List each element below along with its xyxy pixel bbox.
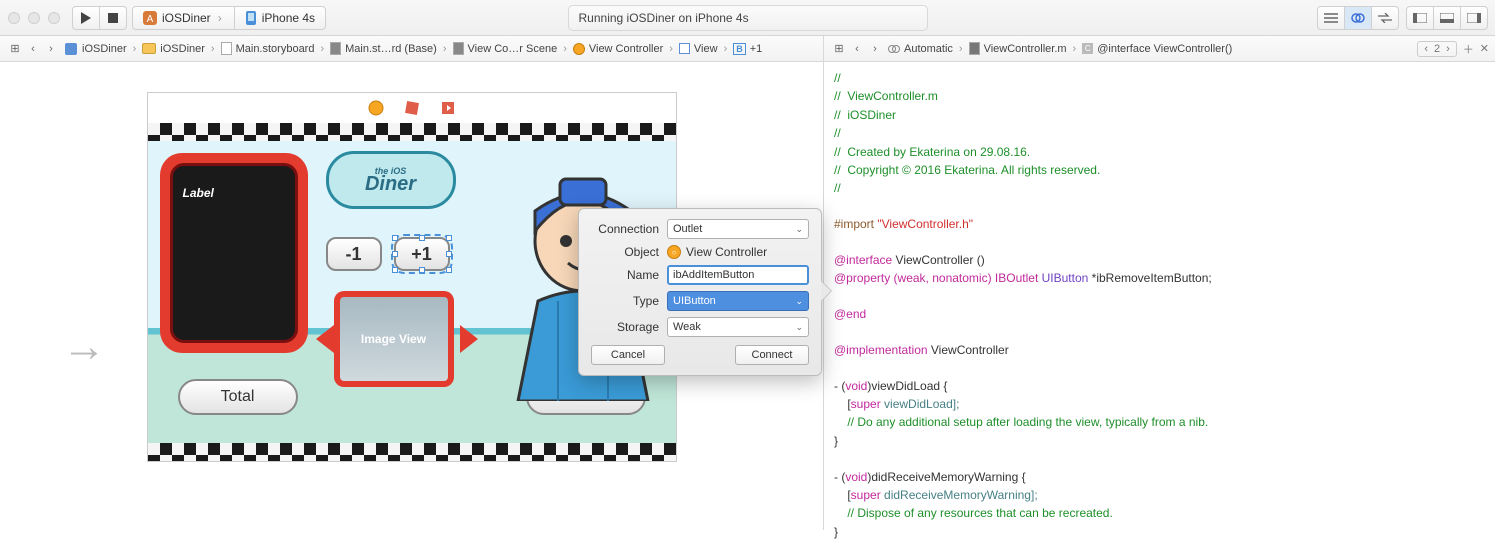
related-items-icon[interactable]: ⊞ — [6, 40, 24, 58]
prev-arrow-icon[interactable] — [316, 325, 334, 353]
arrows-icon — [1378, 13, 1392, 23]
minimize-window-icon[interactable] — [28, 12, 40, 24]
minus-button[interactable]: -1 — [326, 237, 382, 271]
window-titlebar: A iOSDiner › iPhone 4s Running iOSDiner … — [0, 0, 1495, 36]
button-element-icon: B — [733, 43, 746, 55]
storage-select[interactable]: Weak⌄ — [667, 317, 809, 337]
source-editor[interactable]: // // ViewController.m // iOSDiner // //… — [824, 62, 1495, 530]
crumb-base[interactable]: Main.st…rd (Base) — [345, 43, 437, 55]
interface-builder-canvas[interactable]: → Label the iOSDiner -1 +1 — [0, 62, 824, 530]
editor-standard-button[interactable] — [1317, 6, 1345, 30]
toggle-navigator-button[interactable] — [1406, 6, 1434, 30]
forward-button[interactable]: › — [42, 40, 60, 58]
panel-left-icon — [1413, 13, 1427, 23]
scheme-device-label: iPhone 4s — [262, 11, 315, 25]
cancel-button[interactable]: Cancel — [591, 345, 665, 365]
checker-top — [148, 123, 676, 141]
chalkboard-label: Label — [183, 186, 214, 200]
symbol-icon: C — [1082, 43, 1093, 54]
toggle-utilities-button[interactable] — [1460, 6, 1488, 30]
initial-vc-arrow-icon: → — [62, 322, 106, 372]
rings-icon — [888, 43, 900, 55]
project-icon — [64, 42, 78, 56]
close-assistant-button[interactable]: ✕ — [1480, 42, 1489, 55]
related-items-icon[interactable]: ⊞ — [830, 40, 848, 58]
name-label: Name — [591, 268, 659, 282]
device-icon — [245, 11, 257, 25]
svg-text:A: A — [147, 14, 154, 25]
crumb-selected[interactable]: +1 — [750, 43, 763, 55]
crumb-view[interactable]: View — [694, 43, 718, 55]
forward-button[interactable]: › — [866, 40, 884, 58]
total-button[interactable]: Total — [178, 379, 298, 415]
storyboard-base-icon — [330, 42, 341, 55]
crumb-vc[interactable]: View Controller — [589, 43, 663, 55]
exit-dock-icon[interactable] — [440, 100, 456, 116]
counterpart-pager[interactable]: ‹2› — [1417, 41, 1456, 57]
checker-bottom — [148, 443, 676, 461]
viewcontroller-icon: ○ — [667, 245, 681, 259]
panel-right-icon — [1467, 13, 1481, 23]
view-icon — [679, 43, 690, 54]
zoom-window-icon[interactable] — [48, 12, 60, 24]
first-responder-dock-icon[interactable] — [404, 100, 420, 116]
connection-popover: Connection Outlet⌄ Object ○View Controll… — [578, 208, 822, 376]
back-button[interactable]: ‹ — [848, 40, 866, 58]
type-select[interactable]: UIButton⌄ — [667, 291, 809, 311]
run-button[interactable] — [72, 6, 100, 30]
rings-icon — [1351, 11, 1365, 25]
jumpbar-assistant[interactable]: ⊞ ‹ › Automatic› ViewController.m› C@int… — [824, 36, 1495, 61]
next-arrow-icon[interactable] — [460, 325, 478, 353]
type-label: Type — [591, 294, 659, 308]
viewcontroller-icon — [573, 43, 585, 55]
close-window-icon[interactable] — [8, 12, 20, 24]
play-icon — [81, 12, 91, 24]
lines-icon — [1324, 13, 1338, 23]
crumb-mode[interactable]: Automatic — [904, 43, 953, 55]
object-label: Object — [591, 245, 659, 259]
crumb-file-right[interactable]: ViewController.m — [984, 43, 1067, 55]
stop-icon — [108, 13, 118, 23]
crumb-file[interactable]: Main.storyboard — [236, 43, 315, 55]
object-value: ○View Controller — [667, 245, 809, 259]
editor-version-button[interactable] — [1371, 6, 1399, 30]
crumb-project[interactable]: iOSDiner — [82, 43, 127, 55]
folder-icon — [142, 43, 156, 54]
panel-bottom-icon — [1440, 13, 1454, 23]
connection-select[interactable]: Outlet⌄ — [667, 219, 809, 239]
scene-icon — [453, 42, 464, 55]
traffic-lights — [8, 12, 60, 24]
crumb-symbol[interactable]: @interface ViewController() — [1097, 43, 1232, 55]
scheme-app-label: iOSDiner — [162, 11, 211, 25]
activity-status: Running iOSDiner on iPhone 4s — [568, 5, 928, 31]
editor-assistant-button[interactable] — [1344, 6, 1372, 30]
image-view-frame[interactable]: Image View — [334, 291, 454, 387]
back-button[interactable]: ‹ — [24, 40, 42, 58]
image-view-label: Image View — [361, 332, 426, 346]
app-icon: A — [143, 11, 157, 25]
stop-button[interactable] — [99, 6, 127, 30]
viewcontroller-dock-icon[interactable] — [368, 100, 384, 116]
storyboard-file-icon — [221, 42, 232, 55]
crumb-scene[interactable]: View Co…r Scene — [468, 43, 558, 55]
add-assistant-button[interactable]: ＋ — [1463, 41, 1474, 57]
connect-button[interactable]: Connect — [735, 345, 809, 365]
status-text: Running iOSDiner on iPhone 4s — [579, 11, 749, 25]
crumb-group[interactable]: iOSDiner — [160, 43, 205, 55]
counterpart-count: 2 — [1434, 43, 1440, 55]
m-file-icon — [969, 42, 980, 55]
scheme-selector[interactable]: A iOSDiner › iPhone 4s — [132, 6, 326, 30]
toggle-debug-button[interactable] — [1433, 6, 1461, 30]
name-input[interactable]: ibAddItemButton — [667, 265, 809, 285]
diner-sign: the iOSDiner — [326, 151, 456, 209]
jumpbar-primary[interactable]: ⊞ ‹ › iOSDiner› iOSDiner› Main.storyboar… — [0, 36, 824, 61]
storage-label: Storage — [591, 320, 659, 334]
scene-dock[interactable] — [148, 93, 676, 123]
chevron-right-icon: › — [216, 11, 224, 25]
connection-label: Connection — [591, 222, 659, 236]
chalkboard-frame[interactable]: Label — [160, 153, 308, 353]
plus-button[interactable]: +1 — [394, 237, 450, 271]
